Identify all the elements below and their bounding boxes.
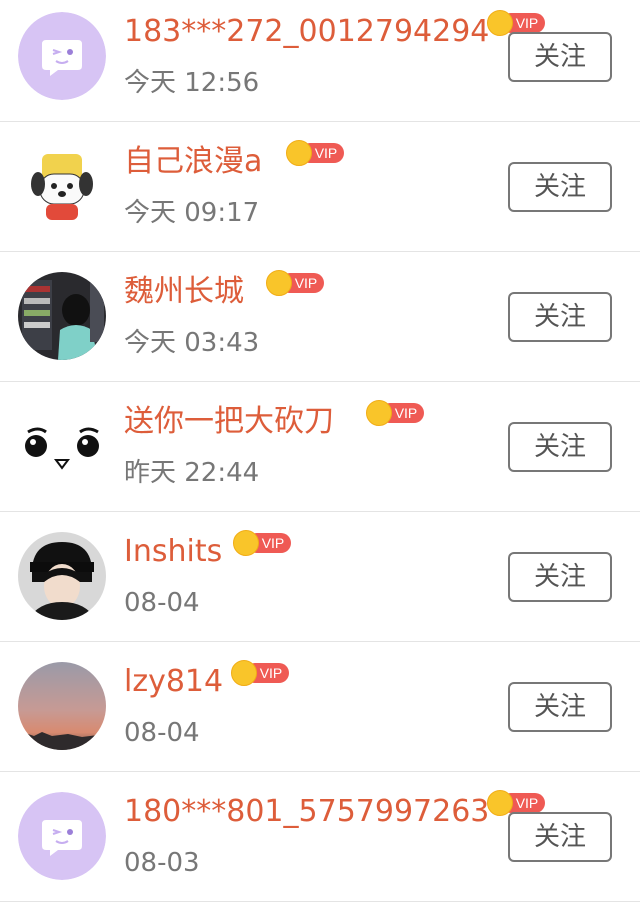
follow-button[interactable]: 关注 <box>508 552 612 602</box>
list-item[interactable]: 魏州长城 VIP 今天 03:43 关注 <box>0 252 640 382</box>
avatar[interactable] <box>18 662 106 750</box>
visit-time: 今天 03:43 <box>124 328 260 358</box>
follow-button[interactable]: 关注 <box>508 422 612 472</box>
sunset-photo-avatar <box>18 662 106 750</box>
list-item[interactable]: 送你一把大砍刀 VIP 昨天 22:44 关注 <box>0 382 640 512</box>
chat-bubble-wink-icon <box>18 792 106 880</box>
follower-list: 183***272_0012794294 VIP 今天 12:56 关注 自己浪… <box>0 0 640 906</box>
photo-avatar <box>18 272 106 360</box>
photo-avatar <box>18 532 106 620</box>
visit-time: 08-04 <box>124 588 200 618</box>
visit-time: 08-03 <box>124 848 200 878</box>
username[interactable]: lzy814 <box>124 664 223 700</box>
follow-button[interactable]: 关注 <box>508 32 612 82</box>
vip-badge: VIP <box>266 270 326 296</box>
visit-time: 08-04 <box>124 718 200 748</box>
cartoon-dog-avatar <box>18 142 106 230</box>
username[interactable]: 183***272_0012794294 <box>124 14 489 50</box>
username[interactable]: 180***801_5757997263 <box>124 794 489 830</box>
crown-icon <box>266 270 292 296</box>
avatar[interactable] <box>18 532 106 620</box>
username[interactable]: 送你一把大砍刀 <box>124 404 334 440</box>
crown-icon <box>366 400 392 426</box>
avatar[interactable] <box>18 402 106 490</box>
avatar[interactable] <box>18 272 106 360</box>
vip-badge: VIP <box>231 660 291 686</box>
visit-time: 今天 09:17 <box>124 198 260 228</box>
vip-badge: VIP <box>233 530 293 556</box>
follow-button[interactable]: 关注 <box>508 162 612 212</box>
vip-badge: VIP <box>366 400 426 426</box>
list-item[interactable]: 自己浪漫a VIP 今天 09:17 关注 <box>0 122 640 252</box>
cartoon-face-avatar <box>18 402 106 490</box>
username[interactable]: 魏州长城 <box>124 274 244 310</box>
follow-button[interactable]: 关注 <box>508 292 612 342</box>
follow-button[interactable]: 关注 <box>508 812 612 862</box>
follow-button[interactable]: 关注 <box>508 682 612 732</box>
list-item[interactable]: lzy814 VIP 08-04 关注 <box>0 642 640 772</box>
crown-icon <box>233 530 259 556</box>
username[interactable]: 自己浪漫a <box>124 144 262 180</box>
crown-icon <box>487 10 513 36</box>
avatar[interactable] <box>18 792 106 880</box>
username[interactable]: Inshits <box>124 534 222 570</box>
list-item[interactable]: 183***272_0012794294 VIP 今天 12:56 关注 <box>0 0 640 122</box>
list-item[interactable]: 180***801_5757997263 VIP 08-03 关注 <box>0 772 640 902</box>
chat-bubble-wink-icon <box>18 12 106 100</box>
visit-time: 昨天 22:44 <box>124 458 260 488</box>
vip-badge: VIP <box>286 140 346 166</box>
crown-icon <box>231 660 257 686</box>
list-item[interactable]: Inshits VIP 08-04 关注 <box>0 512 640 642</box>
crown-icon <box>286 140 312 166</box>
avatar[interactable] <box>18 142 106 230</box>
avatar[interactable] <box>18 12 106 100</box>
crown-icon <box>487 790 513 816</box>
visit-time: 今天 12:56 <box>124 68 260 98</box>
